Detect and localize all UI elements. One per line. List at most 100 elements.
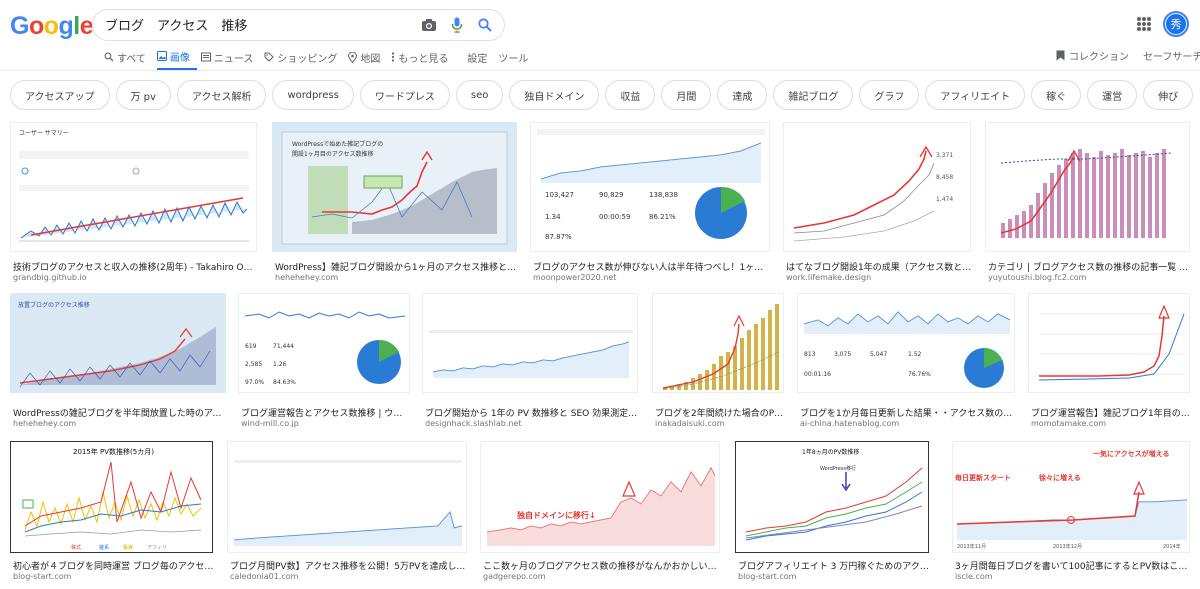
search-input[interactable] [105,17,405,32]
search-icon[interactable] [476,16,494,34]
image-result[interactable]: 103,427 90,829 138,838 1.34 00:00:59 86.… [530,122,770,282]
result-title[interactable]: WordPress】雑記ブログ開設から1ヶ月のアクセス推移と運営報告 ... [275,260,517,273]
chip[interactable]: 達成 [717,80,768,110]
thumb-text: 8,458 [936,174,953,181]
image-result[interactable]: 独自ドメインに移行↓ ここ数ヶ月のブログアクセス数の推移がなんかおかしい件。 -… [480,441,721,583]
chip[interactable]: 月間 [661,80,712,110]
result-title[interactable]: WordPressの雑記ブログを半年間放置した時のアクセス数... [13,406,227,419]
result-title[interactable]: ブログ運営報告とアクセス数推移 | ウインド... [241,406,411,419]
chip[interactable]: 運営 [1087,80,1138,110]
result-title[interactable]: ブログを1か月毎日更新した結果・・アクセス数の推移や... [800,406,1016,419]
image-result[interactable]: ブログ運営報告】雑記ブログ1年目のリアル... momotamake.com [1028,293,1191,433]
image-result[interactable]: 2015年 PV数推移(5カ月) 株式 雑系 投資 アフィリ 初心者が４ブログを… [10,441,214,583]
tab-all[interactable]: すべて [104,48,153,66]
chip[interactable]: 雑記ブログ [773,80,854,110]
chip[interactable]: 独自ドメイン [509,80,600,110]
result-source[interactable]: grandbig.github.io [13,273,257,282]
result-thumbnail[interactable]: 1年8ヵ月のPV数推移 WordPress移行 [735,441,929,553]
tab-images[interactable]: 画像 [156,48,197,70]
image-result[interactable]: WordPressで始めた雑記ブログの 開設1ヶ月目のアクセス数推移 WordP… [272,122,517,282]
tab-tools[interactable]: ツール [498,48,535,66]
result-title[interactable]: ブログアフィリエイト 3 万円稼ぐためのアクセス数は？ [738,559,930,572]
result-source[interactable]: blog-start.com [13,572,214,581]
image-result[interactable]: 1年8ヵ月のPV数推移 WordPress移行 ブログアフィリエイト 3 万円稼… [735,441,930,583]
chip[interactable]: グラフ [859,80,920,110]
result-thumbnail[interactable] [227,441,467,553]
image-result[interactable]: 放置ブログのアクセス推移 WordPressの雑記ブログを半年間放置した時のアク… [10,293,227,433]
result-source[interactable]: caledonia01.com [230,572,468,581]
chip[interactable]: アクセスアップ [10,80,110,110]
chip[interactable]: 万 pv [115,80,171,110]
tab-shopping[interactable]: ショッピング [264,48,344,66]
result-thumbnail[interactable]: 103,427 90,829 138,838 1.34 00:00:59 86.… [530,122,770,252]
image-result[interactable]: カテゴリ | ブログアクセス数の推移の記事一覧 | ゆうゆ... yuyutou… [985,122,1191,282]
tab-settings[interactable]: 設定 [467,48,494,66]
image-result[interactable]: ユーザー サマリー 技術ブログのアクセスと収入の推移(2周年) - Takahi… [10,122,257,282]
chip[interactable]: ワードプレス [359,80,450,110]
image-result[interactable]: 毎日更新スタート 徐々に増える 一気にアクセスが増える 2013年11月 201… [952,441,1191,583]
result-source[interactable]: momotamake.com [1031,419,1191,428]
result-title[interactable]: ブログ運営報告】雑記ブログ1年目のリアル... [1031,406,1191,419]
result-source[interactable]: yuyutoushi.blog.fc2.com [988,273,1191,282]
result-thumbnail[interactable] [1028,293,1190,393]
image-result[interactable]: ブログを2年間続けた場合のPV数... inakadaisuki.com [652,293,785,433]
camera-icon[interactable] [420,16,438,34]
result-title[interactable]: はてなブログ開設1年の成果（アクセス数とか広告... [786,260,972,273]
result-title[interactable]: ブログを2年間続けた場合のPV数... [655,406,785,419]
chip[interactable]: アクセス解析 [176,80,267,110]
result-source[interactable]: inakadaisuki.com [655,419,785,428]
tab-more[interactable]: もっと見る [391,48,455,66]
chip[interactable]: アフィリエイト [925,80,1026,110]
chip[interactable]: 収益 [605,80,656,110]
chip[interactable]: 稼ぐ [1031,80,1082,110]
result-source[interactable]: ai-china.hatenablog.com [800,419,1016,428]
result-source[interactable]: hehehehey.com [275,273,517,282]
image-result[interactable]: 619 71,444 2,585 1.26 97.0% 84.63% ブログ運営… [238,293,411,433]
result-thumbnail[interactable]: 2015年 PV数推移(5カ月) 株式 雑系 投資 アフィリ [10,441,213,553]
result-thumbnail[interactable] [985,122,1190,252]
result-thumbnail[interactable] [652,293,784,393]
safesearch-toggle[interactable]: セーフサーチ・ [1143,48,1200,63]
result-thumbnail[interactable]: WordPressで始めた雑記ブログの 開設1ヶ月目のアクセス数推移 [272,122,517,252]
result-title[interactable]: ここ数ヶ月のブログアクセス数の推移がなんかおかしい件。 - ガ... [483,559,721,572]
result-source[interactable]: wind-mill.co.jp [241,419,411,428]
chip[interactable]: 伸び [1143,80,1194,110]
thumb-text: 独自ドメインに移行↓ [516,510,596,520]
result-title[interactable]: ブログ月間PV数】アクセス推移を公開！5万PVを達成して...10万... [230,559,468,572]
result-title[interactable]: ブログのアクセス数が伸びない人は半年待つべし！1ヶ月目のア... [533,260,770,273]
collection-link[interactable]: コレクション [1056,48,1129,63]
result-thumbnail[interactable] [422,293,638,393]
result-thumbnail[interactable]: 813 3,075 5,047 1.52 00:01:16 76.76% [797,293,1015,393]
result-title[interactable]: 技術ブログのアクセスと収入の推移(2周年) - Takahiro Octopre… [13,260,257,273]
result-thumbnail[interactable]: ユーザー サマリー [10,122,257,252]
result-title[interactable]: 初心者が４ブログを同時運営 ブログ毎のアクセス数推... [13,559,214,572]
microphone-icon[interactable] [448,16,466,34]
image-result[interactable]: ブログ月間PV数】アクセス推移を公開！5万PVを達成して...10万... ca… [227,441,468,583]
tab-news[interactable]: ニュース [200,48,261,66]
result-title[interactable]: ブログ開始から 1年の PV 数推移と SEO 効果測定 | Design... [425,406,639,419]
chip[interactable]: wordpress [272,80,354,110]
result-source[interactable]: moonpower2020.net [533,273,770,282]
search-box[interactable] [92,9,505,41]
result-thumbnail[interactable]: 619 71,444 2,585 1.26 97.0% 84.63% [238,293,410,393]
chip[interactable]: seo [455,80,504,110]
result-source[interactable]: gadgerepo.com [483,572,721,581]
result-title[interactable]: 3ヶ月間毎日ブログを書いて100記事にするとPV数はこうなるん... [955,559,1191,572]
apps-grid-icon[interactable] [1137,17,1151,31]
result-thumbnail[interactable]: 3,371 8,458 1,474 [783,122,971,252]
google-logo[interactable]: Google [10,12,94,41]
result-thumbnail[interactable]: 放置ブログのアクセス推移 [10,293,226,393]
image-result[interactable]: 813 3,075 5,047 1.52 00:01:16 76.76% ブログ… [797,293,1016,433]
result-source[interactable]: blog-start.com [738,572,930,581]
image-result[interactable]: 3,371 8,458 1,474 はてなブログ開設1年の成果（アクセス数とか広… [783,122,972,282]
result-thumbnail[interactable]: 毎日更新スタート 徐々に増える 一気にアクセスが増える 2013年11月 201… [952,441,1190,553]
avatar[interactable]: 秀 [1163,11,1189,37]
result-thumbnail[interactable]: 独自ドメインに移行↓ [480,441,720,553]
result-source[interactable]: work.lifemake.design [786,273,972,282]
image-result[interactable]: ブログ開始から 1年の PV 数推移と SEO 効果測定 | Design...… [422,293,639,433]
result-title[interactable]: カテゴリ | ブログアクセス数の推移の記事一覧 | ゆうゆ... [988,260,1191,273]
result-source[interactable]: designhack.slashlab.net [425,419,639,428]
result-source[interactable]: iscle.com [955,572,1191,581]
result-source[interactable]: hehehehey.com [13,419,227,428]
tab-maps[interactable]: 地図 [348,48,387,66]
